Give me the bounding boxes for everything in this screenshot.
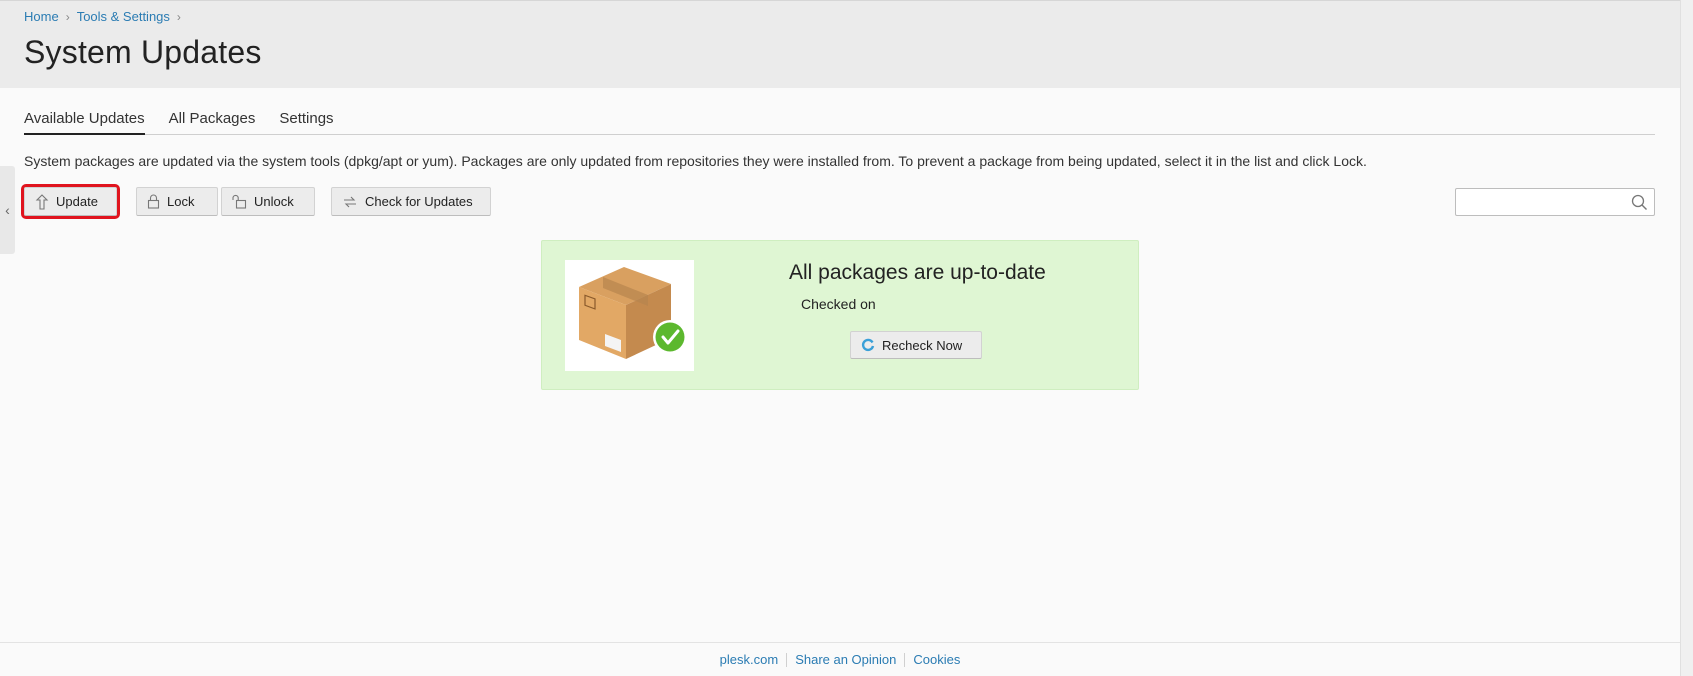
search-box (1455, 188, 1655, 216)
update-button-label: Update (56, 194, 98, 209)
recheck-now-button[interactable]: Recheck Now (850, 331, 982, 359)
footer-link-plesk[interactable]: plesk.com (712, 652, 787, 667)
unlock-button-label: Unlock (254, 194, 294, 209)
search-input[interactable] (1456, 189, 1626, 215)
footer-link-cookies[interactable]: Cookies (905, 652, 968, 667)
breadcrumb-home-link[interactable]: Home (24, 9, 59, 24)
status-checked-on: Checked on (801, 296, 876, 312)
breadcrumb: Home › Tools & Settings › (24, 9, 188, 24)
arrow-up-icon (35, 193, 49, 210)
footer-link-share-opinion[interactable]: Share an Opinion (787, 652, 904, 667)
package-box-icon (579, 267, 687, 359)
check-for-updates-label: Check for Updates (365, 194, 473, 209)
lock-icon (147, 194, 160, 209)
lock-button[interactable]: Lock (136, 187, 218, 216)
refresh-icon (861, 338, 875, 352)
page-scrollbar[interactable] (1680, 0, 1693, 676)
tab-bar: Available Updates All Packages Settings (24, 108, 1655, 135)
status-title: All packages are up-to-date (789, 261, 1046, 284)
tab-settings[interactable]: Settings (279, 108, 333, 135)
page-header: Home › Tools & Settings › System Updates (0, 1, 1680, 88)
sidebar-collapse-toggle[interactable]: ‹ (0, 166, 15, 254)
refresh-arrows-icon (344, 196, 356, 207)
breadcrumb-tools-settings-link[interactable]: Tools & Settings (77, 9, 170, 24)
footer: plesk.com Share an Opinion Cookies (0, 642, 1680, 676)
search-icon[interactable] (1631, 194, 1648, 211)
page-description: System packages are updated via the syst… (24, 153, 1367, 169)
unlock-button[interactable]: Unlock (221, 187, 315, 216)
lock-button-label: Lock (167, 194, 195, 209)
recheck-now-label: Recheck Now (882, 337, 963, 353)
update-button[interactable]: Update (21, 184, 120, 219)
chevron-left-icon: ‹ (5, 202, 10, 218)
tab-available-updates[interactable]: Available Updates (24, 108, 145, 135)
chevron-right-icon: › (65, 9, 70, 24)
check-for-updates-button[interactable]: Check for Updates (331, 187, 491, 216)
package-box-image (565, 260, 694, 371)
unlock-icon (232, 194, 247, 209)
tab-all-packages[interactable]: All Packages (169, 108, 256, 135)
chevron-right-icon: › (176, 9, 181, 24)
status-card: All packages are up-to-date Checked on R… (541, 240, 1139, 390)
page-title: System Updates (24, 34, 262, 70)
